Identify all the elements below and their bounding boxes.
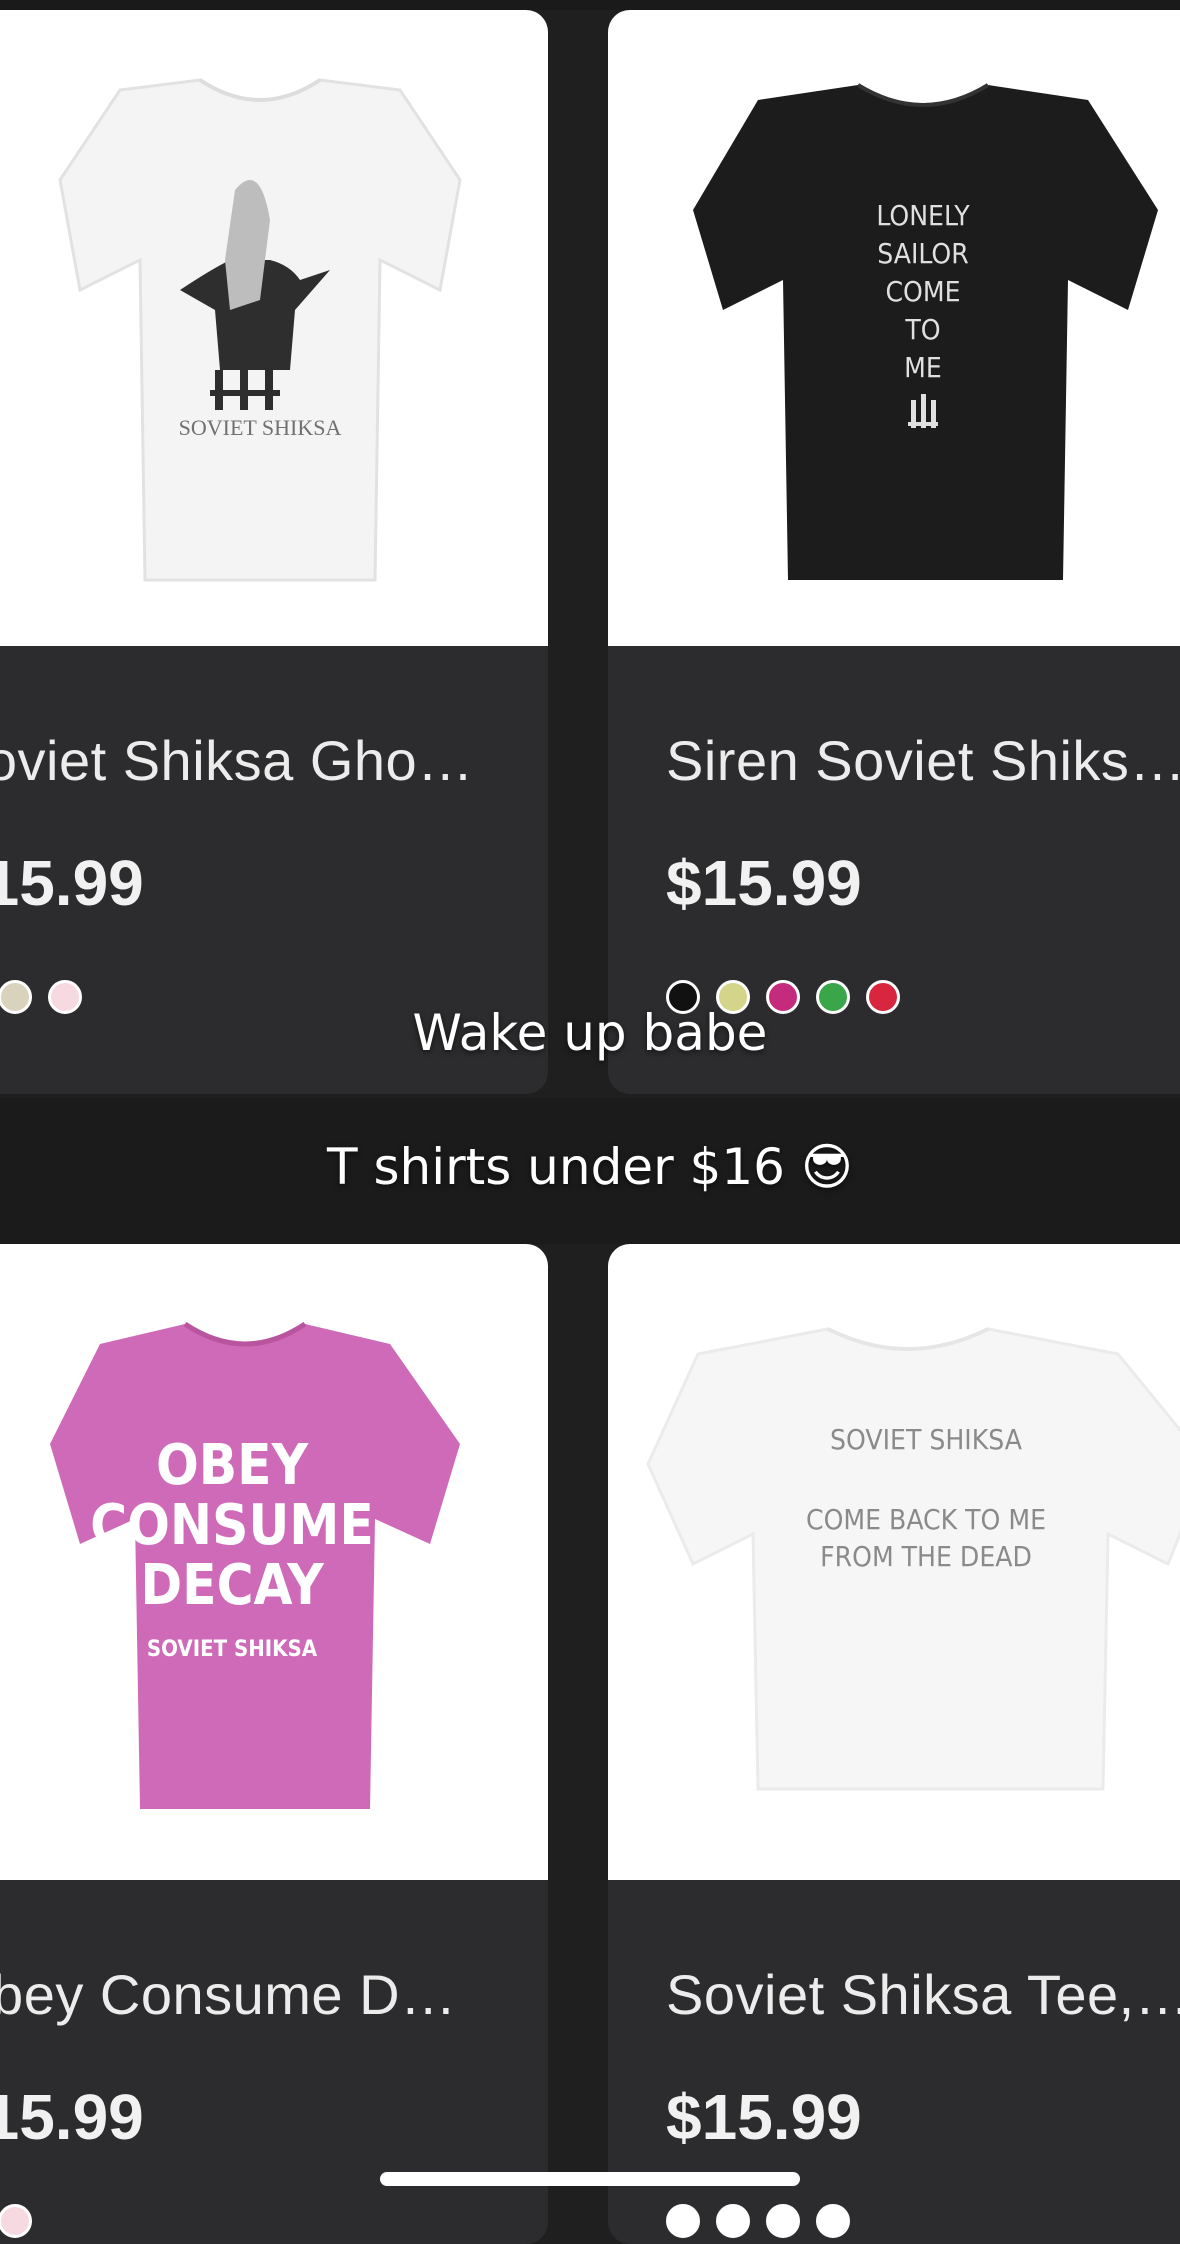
product-image[interactable]: LONELY SAILOR COME TO ME: [608, 10, 1180, 646]
product-image[interactable]: OBEY CONSUME DECAY SOVIET SHIKSA: [0, 1244, 548, 1880]
product-title[interactable]: Soviet Shiksa Gho…: [0, 728, 474, 793]
svg-text:ME: ME: [904, 351, 942, 384]
video-caption-bottom: T shirts under $16 😎: [327, 1138, 853, 1196]
color-swatches: [666, 2204, 850, 2238]
svg-text:COME: COME: [885, 275, 960, 308]
product-price: $15.99: [0, 2081, 144, 2153]
svg-text:FROM THE DEAD: FROM THE DEAD: [820, 1540, 1032, 1573]
shirt-print-footer: SOVIET SHIKSA: [147, 1637, 318, 1662]
product-price: $15.99: [666, 847, 862, 919]
svg-text:DECAY: DECAY: [140, 1553, 324, 1618]
svg-text:LONELY: LONELY: [876, 199, 970, 232]
video-caption-top: Wake up babe: [412, 1004, 768, 1062]
svg-text:OBEY: OBEY: [156, 1433, 309, 1498]
color-swatch-white[interactable]: [716, 2204, 750, 2238]
product-title[interactable]: Siren Soviet Shiks…: [666, 728, 1180, 793]
product-image[interactable]: SOVIET SHIKSA COME BACK TO ME FROM THE D…: [608, 1244, 1180, 1880]
product-image[interactable]: SOVIET SHIKSA: [0, 10, 548, 646]
product-price: $15.99: [0, 847, 144, 919]
color-swatches: [0, 2204, 32, 2238]
svg-text:COME BACK TO ME: COME BACK TO ME: [806, 1503, 1046, 1536]
color-swatch-white[interactable]: [666, 2204, 700, 2238]
product-title[interactable]: Obey Consume D…: [0, 1962, 457, 2027]
svg-text:CONSUME: CONSUME: [90, 1493, 374, 1558]
svg-text:SAILOR: SAILOR: [877, 237, 969, 270]
tshirt-image: OBEY CONSUME DECAY SOVIET SHIKSA: [50, 1321, 460, 1809]
color-swatch-pink[interactable]: [0, 2204, 32, 2238]
product-title[interactable]: Soviet Shiksa Tee,…: [666, 1962, 1180, 2027]
tshirt-image: SOVIET SHIKSA COME BACK TO ME FROM THE D…: [646, 1327, 1180, 1791]
product-card[interactable]: OBEY CONSUME DECAY SOVIET SHIKSA Obey Co…: [0, 1244, 548, 2244]
product-card[interactable]: LONELY SAILOR COME TO ME Siren Soviet Sh…: [608, 10, 1180, 1094]
svg-text:TO: TO: [904, 313, 940, 346]
product-card[interactable]: SOVIET SHIKSA COME BACK TO ME FROM THE D…: [608, 1244, 1180, 2244]
tshirt-image: SOVIET SHIKSA: [58, 78, 462, 582]
product-card[interactable]: SOVIET SHIKSA Soviet Shiksa Gho… $15.99: [0, 10, 548, 1094]
product-price: $15.99: [666, 2081, 862, 2153]
svg-text:SOVIET SHIKSA: SOVIET SHIKSA: [830, 1423, 1023, 1456]
color-swatch-white[interactable]: [766, 2204, 800, 2238]
shirt-print-text: SOVIET SHIKSA: [179, 415, 342, 440]
color-swatch-white[interactable]: [816, 2204, 850, 2238]
home-indicator[interactable]: [380, 2172, 800, 2186]
tshirt-image: LONELY SAILOR COME TO ME: [693, 83, 1158, 580]
status-bar-strip: [0, 0, 1180, 10]
